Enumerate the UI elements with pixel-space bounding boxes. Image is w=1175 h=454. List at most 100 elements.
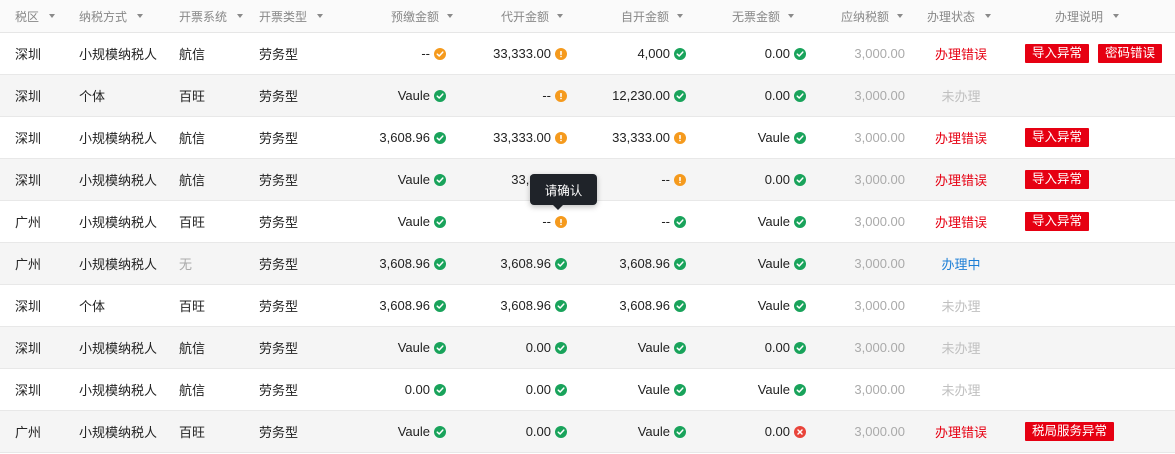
cell-tax: 3,000.00 xyxy=(854,172,905,187)
sort-caret-icon[interactable] xyxy=(788,14,794,18)
exclamation-icon[interactable] xyxy=(674,131,686,144)
check-icon[interactable] xyxy=(555,383,567,396)
table-row[interactable]: 深圳 个体 百旺 劳务型 3,608.96 3,608.96 3,608.96 Vaule 3,… xyxy=(0,285,1175,327)
sort-caret-icon[interactable] xyxy=(985,14,992,18)
check-icon[interactable] xyxy=(794,173,806,186)
cell-invoice-type: 劳务型 xyxy=(259,131,299,146)
sort-caret-icon[interactable] xyxy=(237,14,244,18)
table-row[interactable]: 深圳 小规模纳税人 航信 劳务型 3,608.96 33,333.00 33,333.00 V… xyxy=(0,117,1175,159)
table-row[interactable]: 深圳 小规模纳税人 航信 劳务型 Vaule 0.00 Vaule 0.00 3,000.00 未… xyxy=(0,327,1175,369)
noticket-value: 0.00 xyxy=(764,88,790,103)
column-header-label: 预缴金额 xyxy=(390,9,439,24)
sort-caret-icon[interactable] xyxy=(1113,14,1120,18)
check-icon[interactable] xyxy=(434,215,446,228)
exclamation-icon[interactable] xyxy=(674,173,686,186)
cell-agent-amount: 3,608.96 xyxy=(500,285,567,326)
exclamation-icon[interactable] xyxy=(555,131,567,144)
check-icon[interactable] xyxy=(674,89,686,102)
check-icon[interactable] xyxy=(674,425,686,438)
column-header-4[interactable]: 开票类型 xyxy=(259,0,324,32)
check-icon[interactable] xyxy=(434,383,446,396)
cell-region: 广州 xyxy=(15,425,42,440)
check-icon[interactable] xyxy=(674,257,686,270)
column-header-11[interactable]: 办理说明 xyxy=(1055,0,1120,32)
error-tag[interactable]: 导入异常 xyxy=(1025,128,1090,147)
column-header-2[interactable]: 纳税方式 xyxy=(79,0,144,32)
column-header-7[interactable]: 自开金额 xyxy=(621,0,683,32)
self-value: Vaule xyxy=(637,340,670,355)
cell-self-amount: 3,608.96 xyxy=(619,285,686,326)
column-header-3[interactable]: 开票系统 xyxy=(179,0,244,32)
exclamation-icon[interactable] xyxy=(555,215,567,228)
error-icon[interactable] xyxy=(794,425,806,438)
exclamation-icon[interactable] xyxy=(555,47,567,60)
check-icon[interactable] xyxy=(434,341,446,354)
warn-icon[interactable] xyxy=(434,47,446,60)
cell-invoice-type: 劳务型 xyxy=(259,299,299,314)
prepaid-value: 3,608.96 xyxy=(379,130,430,145)
notes-cell: 导入异常 xyxy=(1025,201,1098,242)
check-icon[interactable] xyxy=(674,47,686,60)
check-icon[interactable] xyxy=(794,215,806,228)
check-icon[interactable] xyxy=(434,425,446,438)
check-icon[interactable] xyxy=(434,173,446,186)
check-icon[interactable] xyxy=(434,257,446,270)
check-icon[interactable] xyxy=(555,257,567,270)
sort-caret-icon[interactable] xyxy=(557,14,563,18)
sort-caret-icon[interactable] xyxy=(49,14,56,18)
check-icon[interactable] xyxy=(674,299,686,312)
table-row[interactable]: 深圳 小规模纳税人 航信 劳务型 0.00 0.00 Vaule Vaule 3,000.00 未… xyxy=(0,369,1175,411)
error-tag[interactable]: 导入异常 xyxy=(1025,212,1090,231)
cell-invoice-type: 劳务型 xyxy=(259,47,299,62)
check-icon[interactable] xyxy=(794,341,806,354)
cell-tax-method: 小规模纳税人 xyxy=(79,257,158,272)
cell-tax: 3,000.00 xyxy=(854,256,905,271)
check-icon[interactable] xyxy=(794,383,806,396)
table-row[interactable]: 广州 小规模纳税人 百旺 劳务型 Vaule 0.00 Vaule 0.00 3,000.00 办… xyxy=(0,411,1175,453)
check-icon[interactable] xyxy=(794,131,806,144)
table-row[interactable]: 深圳 小规模纳税人 航信 劳务型 -- 33,333.00 4,000 0.00 3,000.0… xyxy=(0,33,1175,75)
check-icon[interactable] xyxy=(555,425,567,438)
prepaid-value: 3,608.96 xyxy=(379,298,430,313)
check-icon[interactable] xyxy=(794,299,806,312)
self-value: Vaule xyxy=(637,382,670,397)
column-header-1[interactable]: 税区 xyxy=(15,0,56,32)
check-icon[interactable] xyxy=(434,299,446,312)
cell-prepaid-amount: 3,608.96 xyxy=(379,117,446,158)
column-header-9[interactable]: 应纳税额 xyxy=(841,0,903,32)
sort-caret-icon[interactable] xyxy=(137,14,144,18)
check-icon[interactable] xyxy=(434,131,446,144)
error-tag[interactable]: 导入异常 xyxy=(1025,170,1090,189)
sort-caret-icon[interactable] xyxy=(447,14,453,18)
check-icon[interactable] xyxy=(794,257,806,270)
check-icon[interactable] xyxy=(674,215,686,228)
error-tag[interactable]: 导入异常 xyxy=(1025,44,1090,63)
table-row[interactable]: 深圳 个体 百旺 劳务型 Vaule -- 12,230.00 0.00 3,000.00 未办理 xyxy=(0,75,1175,117)
sort-caret-icon[interactable] xyxy=(317,14,324,18)
error-tag[interactable]: 密码错误 xyxy=(1098,44,1163,63)
self-value: 33,333.00 xyxy=(612,130,670,145)
cell-system: 百旺 xyxy=(179,89,206,104)
column-header-10[interactable]: 办理状态 xyxy=(927,0,992,32)
sort-caret-icon[interactable] xyxy=(897,14,903,18)
table-row[interactable]: 广州 小规模纳税人 百旺 劳务型 Vaule -- -- Vaule 3,000.00 办理错误 导… xyxy=(0,201,1175,243)
column-header-label: 开票系统 xyxy=(179,9,228,24)
cell-prepaid-amount: -- xyxy=(421,33,446,74)
check-icon[interactable] xyxy=(674,341,686,354)
column-header-5[interactable]: 预缴金额 xyxy=(391,0,453,32)
column-header-6[interactable]: 代开金额 xyxy=(501,0,563,32)
check-icon[interactable] xyxy=(555,341,567,354)
check-icon[interactable] xyxy=(674,383,686,396)
check-icon[interactable] xyxy=(794,89,806,102)
prepaid-value: 3,608.96 xyxy=(379,256,430,271)
cell-system: 航信 xyxy=(179,173,206,188)
check-icon[interactable] xyxy=(434,89,446,102)
exclamation-icon[interactable] xyxy=(555,89,567,102)
sort-caret-icon[interactable] xyxy=(677,14,683,18)
check-icon[interactable] xyxy=(555,299,567,312)
column-header-8[interactable]: 无票金额 xyxy=(732,0,794,32)
error-tag[interactable]: 税局服务异常 xyxy=(1025,422,1115,441)
cell-noticket-amount: 0.00 xyxy=(765,159,806,200)
table-row[interactable]: 广州 小规模纳税人 无 劳务型 3,608.96 3,608.96 3,608.96 Vaul… xyxy=(0,243,1175,285)
check-icon[interactable] xyxy=(794,47,806,60)
